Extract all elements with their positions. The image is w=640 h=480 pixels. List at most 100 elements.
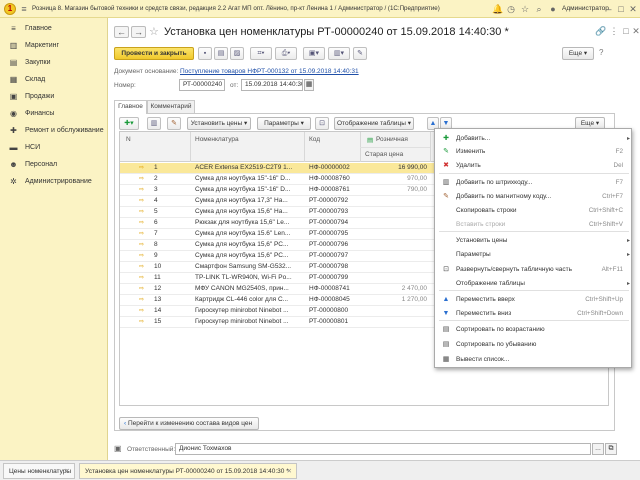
col-retail-header[interactable]: Розничная xyxy=(376,136,408,143)
menu-item[interactable]: ▥ Добавить по штрихкоду... F7 xyxy=(435,176,633,190)
history-icon[interactable]: ◷ xyxy=(506,4,516,14)
expand-icon[interactable]: ⊡ xyxy=(315,117,329,130)
menu-item[interactable]: ▲ Переместить вверх Ctrl+Shift+Up xyxy=(435,293,633,307)
cell-item: МФУ CANON MG2540S, прин... xyxy=(195,285,289,292)
close-form-icon[interactable]: ✕ xyxy=(631,26,640,36)
table-more-label: Еще xyxy=(580,120,595,127)
user-icon: ● xyxy=(550,4,556,14)
menu-item[interactable]: ▤ Сортировать по убыванию xyxy=(435,338,633,352)
basis-label: Документ основание: xyxy=(114,68,179,75)
barcode-icon[interactable]: ▥ xyxy=(147,117,161,130)
cell-code: РТ-00000792 xyxy=(309,197,349,204)
sidebar-item-repair[interactable]: ✚ Ремонт и обслуживание xyxy=(0,124,108,138)
menu-item-shortcut: Ctrl+Shift+Down xyxy=(577,310,623,317)
sidebar-item-label: Маркетинг xyxy=(25,42,60,49)
row-arrow-icon: ⇨ xyxy=(139,209,145,215)
attachments-icon[interactable]: ✎ xyxy=(353,47,367,60)
sidebar-item-staff[interactable]: ☻ Персонал xyxy=(0,158,108,172)
sidebar-item-sales[interactable]: ▣ Продажи xyxy=(0,90,108,104)
save-icon[interactable]: ▪ xyxy=(198,47,212,60)
menu-item[interactable]: ▤ Сортировать по возрастанию xyxy=(435,323,633,337)
params-label: Параметры xyxy=(264,120,299,127)
close-tab-icon[interactable]: ✕ xyxy=(65,464,70,479)
change-price-types-button[interactable]: ‹ Перейти к изменению состава видов цен xyxy=(119,417,259,430)
menu-item[interactable]: ▦ Вывести список... xyxy=(435,353,633,367)
reports-icon[interactable]: ▥▾ xyxy=(328,47,350,60)
menu-item-label: Изменить xyxy=(456,148,486,155)
sidebar-item-marketing[interactable]: ▥ Маркетинг xyxy=(0,39,108,53)
cell-n: 1 xyxy=(154,164,158,171)
user-name[interactable]: Администратор xyxy=(562,5,609,12)
menu-item[interactable]: ✎ Изменить F2 xyxy=(435,145,633,159)
minimize-icon[interactable]: – xyxy=(604,4,614,14)
col-old-price-header[interactable]: Старая цена xyxy=(365,151,403,158)
date-field[interactable]: 15.09.2018 14:40:30 xyxy=(241,79,303,91)
choose-responsible-icon[interactable]: … xyxy=(592,443,604,455)
menu-item[interactable]: Скопировать строки Ctrl+Shift+C xyxy=(435,204,633,218)
favorite-star-icon[interactable]: ☆ xyxy=(149,25,159,38)
sidebar-item-admin[interactable]: ✲ Администрирование xyxy=(0,175,108,189)
menu-item[interactable]: ✚ Добавить... ▸ xyxy=(435,132,633,146)
sidebar-item-finance[interactable]: ◉ Финансы xyxy=(0,107,108,121)
sort-asc-icon: ▤ xyxy=(442,326,450,333)
col-item-header[interactable]: Номенклатура xyxy=(195,136,239,143)
tab-comment[interactable]: Комментарий xyxy=(147,100,195,113)
forward-button[interactable]: → xyxy=(131,26,146,38)
menu-item[interactable]: Параметры ▸ xyxy=(435,248,633,262)
row-arrow-icon: ⇨ xyxy=(139,165,145,171)
menu-item[interactable]: Установить цены ▸ xyxy=(435,234,633,248)
star-icon[interactable]: ☆ xyxy=(520,4,530,14)
menu-item[interactable]: ⊡ Развернуть/свернуть табличную часть Alt+… xyxy=(435,263,633,277)
link-icon[interactable]: 🔗 xyxy=(595,26,606,36)
menu-item[interactable]: ✎ Добавить по магнитному коду... Ctrl+F7 xyxy=(435,190,633,204)
more-vertical-icon[interactable]: ⋮ xyxy=(609,26,619,36)
menu-item[interactable]: ✖ Удалить Del xyxy=(435,159,633,173)
back-button[interactable]: ← xyxy=(114,26,129,38)
structure-icon[interactable]: ⌗▾ xyxy=(250,47,272,60)
window-tab-prices[interactable]: Цены номенклатуры ✕ xyxy=(3,463,75,479)
delete-icon: ✖ xyxy=(443,162,449,169)
more-button[interactable]: Еще ▾ xyxy=(562,47,594,60)
cell-n: 11 xyxy=(154,274,161,281)
cell-code: НФ-00008741 xyxy=(309,285,350,292)
add-row-icon[interactable]: ✚▾ xyxy=(119,117,139,130)
set-prices-button[interactable]: Установить цены ▾ xyxy=(187,117,251,130)
maximize-icon[interactable]: □ xyxy=(616,4,626,14)
close-icon[interactable]: ✕ xyxy=(628,4,638,14)
post-icon[interactable]: ▤ xyxy=(214,47,228,60)
print-icon[interactable]: ⎙▾ xyxy=(275,47,297,60)
menu-item[interactable]: Отображение таблицы ▸ xyxy=(435,277,633,291)
responsible-field[interactable]: Дионис Тохмахов xyxy=(175,443,591,455)
open-responsible-icon[interactable]: ⧉ xyxy=(605,443,617,455)
col-n-header[interactable]: N xyxy=(126,136,131,143)
help-icon[interactable]: ? xyxy=(599,48,603,57)
gear-icon: ✲ xyxy=(10,177,17,186)
params-button[interactable]: Параметры ▾ xyxy=(257,117,311,130)
menu-item-label: Отображение таблицы xyxy=(456,280,525,287)
menu-separator xyxy=(439,173,629,174)
restore-icon[interactable]: □ xyxy=(621,26,631,36)
tab-main[interactable]: Главное xyxy=(114,100,147,114)
expand-icon: ⊡ xyxy=(443,266,449,273)
sidebar-item-label: НСИ xyxy=(25,144,41,151)
post-and-close-button[interactable]: Провести и закрыть xyxy=(114,47,194,60)
close-tab-icon[interactable]: ✕ xyxy=(287,464,292,479)
sidebar-item-nsi[interactable]: ▬ НСИ xyxy=(0,141,108,155)
display-table-button[interactable]: Отображение таблицы ▾ xyxy=(334,117,414,130)
sidebar-item-main[interactable]: ≡ Главное xyxy=(0,22,108,36)
unpost-icon[interactable]: ▨ xyxy=(230,47,244,60)
basis-link[interactable]: Поступление товаров НФРТ-000132 от 15.09… xyxy=(180,68,359,75)
menu-item[interactable]: ▼ Переместить вниз Ctrl+Shift+Down xyxy=(435,307,633,321)
bell-icon[interactable]: 🔔 xyxy=(492,4,503,14)
sidebar-item-warehouse[interactable]: ▦ Склад xyxy=(0,73,108,87)
cell-retail-price: 1 270,00 xyxy=(401,296,427,303)
create-based-icon[interactable]: ▣▾ xyxy=(303,47,325,60)
calendar-icon[interactable]: ▦ xyxy=(304,79,314,91)
col-code-header[interactable]: Код xyxy=(309,136,320,143)
window-tab-document[interactable]: Установка цен номенклатуры РТ-00000240 о… xyxy=(79,463,297,479)
search-icon[interactable]: ⌕ xyxy=(534,4,544,14)
menu-icon[interactable]: ≡ xyxy=(19,4,29,14)
number-field[interactable]: РТ-00000240 xyxy=(179,79,225,91)
sidebar-item-purchases[interactable]: ▤ Закупки xyxy=(0,56,108,70)
magnet-card-icon[interactable]: ✎ xyxy=(167,117,181,130)
